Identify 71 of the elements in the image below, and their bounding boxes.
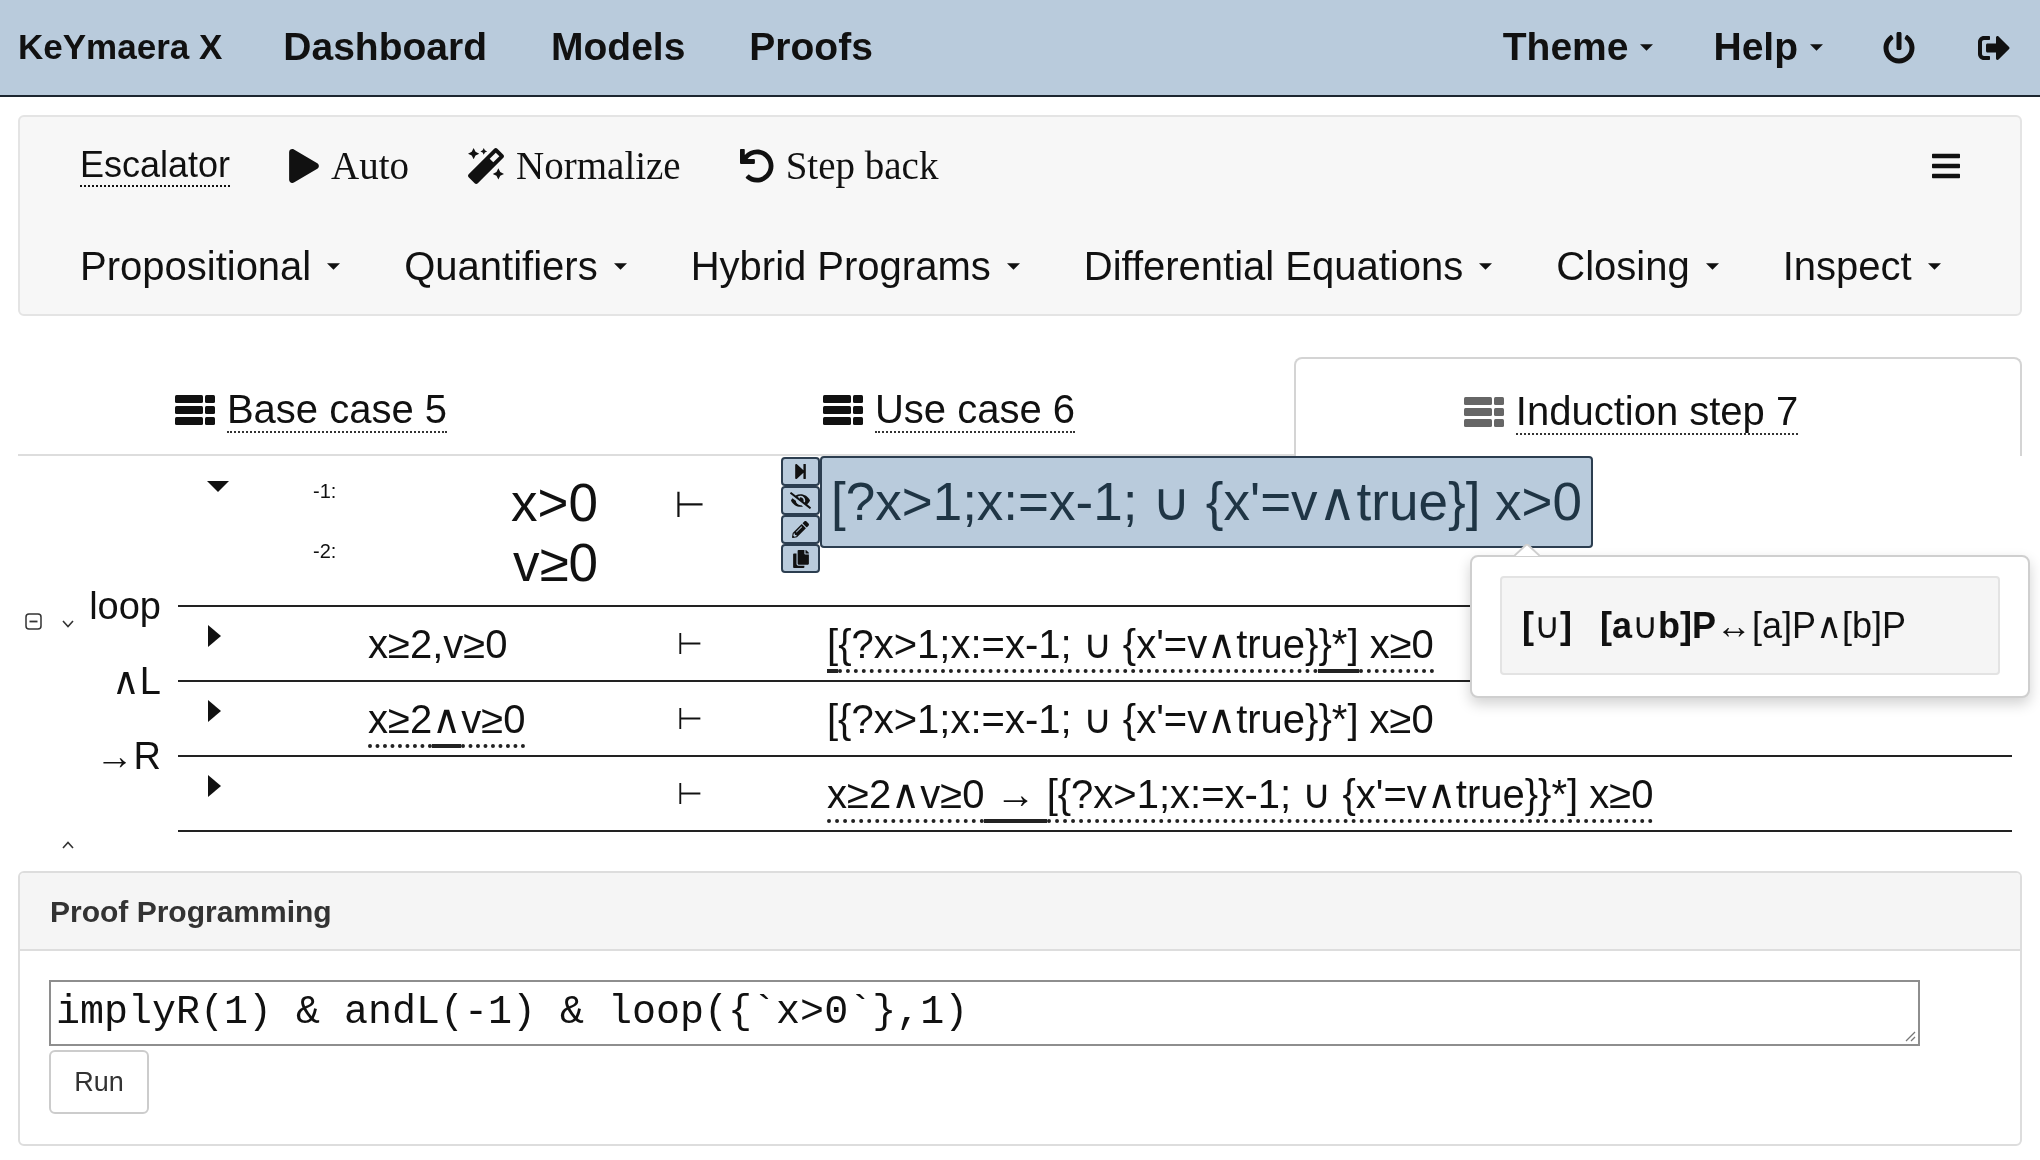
formula[interactable]: [{?x>1;x:=x-1; ∪ {x'=v∧true}}*] x≥0 [827,620,1434,677]
turnstile-symbol: ⊢ [676,625,704,663]
caret-icon [1927,262,1941,270]
eye-slash-icon [790,492,811,509]
caret-icon [1006,262,1020,270]
tactic-menu[interactable]: Closing [1556,236,1719,296]
caret-icon [1810,44,1823,51]
tactic-menu[interactable]: Inspect [1782,236,1941,296]
caret-icon [1479,262,1493,270]
caret-icon [1705,262,1719,270]
list-icon [1463,396,1504,427]
minus-square-icon[interactable] [25,613,42,630]
panel-title: Proof Programming [50,893,332,930]
nav-link[interactable]: Dashboard [251,18,519,77]
power-icon [1883,31,1915,64]
step-button[interactable] [781,457,820,486]
turnstile-symbol: ⊢ [676,700,704,738]
axiom-formula: [a∪b]P↔[a]P∧[b]P [1600,603,1907,648]
list-icon [174,394,215,425]
rule-name: [∪] [1522,603,1572,648]
copy-button[interactable] [781,544,820,573]
caret-right-icon[interactable] [208,775,221,797]
tactic-menu[interactable]: Propositional [80,236,341,296]
tab[interactable]: Induction step 7 [1294,357,2022,456]
step-forward-icon [793,463,808,480]
caret-icon [613,262,627,270]
tactic-menu[interactable]: Differential Equations [1083,236,1493,296]
toolbar-button[interactable]: Step back [739,136,939,196]
nav-link[interactable]: Proofs [717,18,905,77]
formula[interactable]: x>0 [511,473,598,533]
copy-icon [792,549,809,568]
resize-grip-icon[interactable] [1904,1030,1916,1042]
chevron-up-icon[interactable] [62,841,74,849]
nav-link[interactable]: Models [519,18,718,77]
nav-menu[interactable]: Help [1683,18,1853,77]
formula-index: -2: [313,539,337,563]
play-icon [289,149,320,183]
chevron-down-icon[interactable] [62,620,74,628]
rule-label: →R [95,734,161,778]
formula[interactable]: x≥2,v≥0 [368,620,508,668]
tactic-input[interactable]: implyR(1) & andL(-1) & loop({`x>0`},1) [49,980,1920,1046]
formula[interactable]: x≥2∧v≥0 [368,695,526,752]
tactic-menu[interactable]: Quantifiers [404,236,627,296]
pencil-icon [792,521,809,538]
undo-icon [739,149,774,183]
turnstile-symbol: ⊢ [676,775,704,813]
toolbar-button[interactable]: Normalize [468,136,681,196]
caret-right-icon[interactable] [208,700,221,722]
highlighted-formula[interactable]: [?x>1;x:=x-1; ∪ {x'=v∧true}] x>0 [820,456,1593,548]
caret-icon [327,262,341,270]
caret-icon [1640,44,1654,51]
tactic-menu[interactable]: Hybrid Programs [690,236,1020,296]
formula[interactable]: x≥2∧v≥0 → [{?x>1;x:=x-1; ∪ {x'=v∧true}}*] x≥0 [827,770,1654,827]
toolbar-button[interactable]: Auto [289,136,410,196]
escalator-link[interactable]: Escalator [80,145,231,187]
formula[interactable]: v≥0 [512,533,598,593]
caret-down-icon[interactable] [207,481,229,492]
nav-menu[interactable]: Theme [1472,18,1684,77]
edit-button[interactable] [781,515,820,544]
formula-index: -1: [313,479,337,503]
run-button[interactable]: Run [49,1050,149,1114]
caret-right-icon[interactable] [208,625,221,647]
formula[interactable]: [{?x>1;x:=x-1; ∪ {x'=v∧true}}*] x≥0 [827,695,1434,743]
turnstile-symbol: ⊢ [674,483,706,527]
hide-button[interactable] [781,486,820,515]
magic-wand-icon [468,148,505,184]
tab[interactable]: Base case 5 [18,357,658,456]
rule-label: loop [89,584,161,628]
rule-label: ∧L [111,659,161,703]
list-icon [822,394,863,425]
brand-link[interactable]: KeYmaera X [0,21,252,74]
